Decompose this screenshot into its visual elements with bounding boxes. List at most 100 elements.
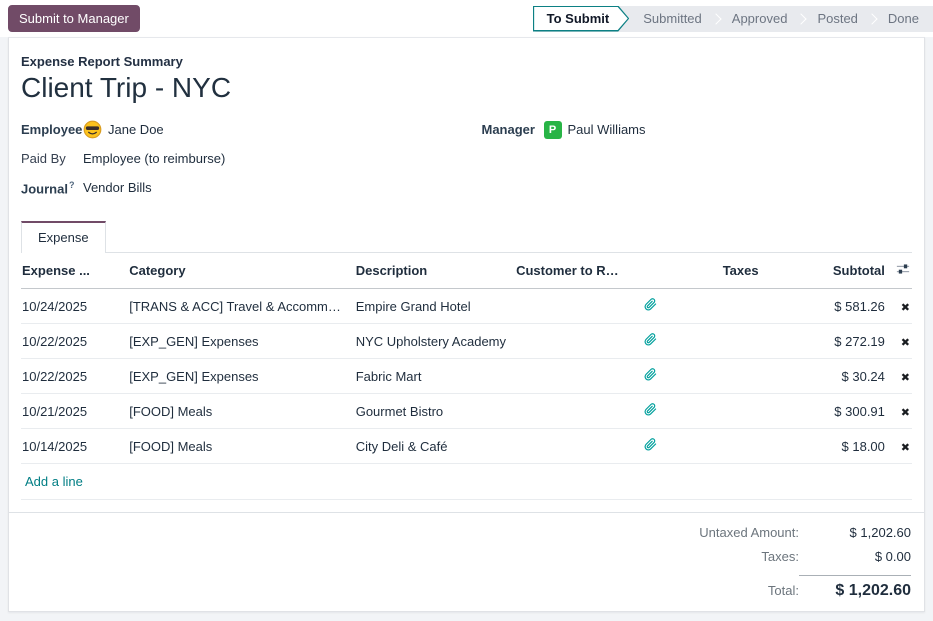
total-row: Total: $ 1,202.60 [768,575,911,600]
header-description[interactable]: Description [352,253,512,289]
delete-row-icon[interactable]: ✖ [901,407,910,419]
add-line-row: Add a line [21,464,912,500]
total-value: $ 1,202.60 [799,575,911,600]
status-step-done[interactable]: Done [874,6,933,32]
paid-by-field: Paid By Employee (to reimburse) [21,149,452,168]
cell-taxes[interactable] [674,394,762,429]
taxes-value: $ 0.00 [799,549,911,564]
table-header-row: Expense ... Category Description Custome… [21,253,912,289]
cell-description[interactable]: NYC Upholstery Academy [352,324,512,359]
status-bar: To Submit Submitted Approved Posted Done [533,6,933,32]
paperclip-icon[interactable] [644,438,657,451]
submit-to-manager-button[interactable]: Submit to Manager [8,5,140,32]
manager-label: Manager [482,122,544,137]
delete-row-icon[interactable]: ✖ [901,442,910,454]
expense-row[interactable]: 10/22/2025 [EXP_GEN] Expenses Fabric Mar… [21,359,912,394]
delete-row-icon[interactable]: ✖ [901,337,910,349]
cell-taxes[interactable] [674,289,762,324]
status-step-label: Approved [732,11,788,26]
header-taxes[interactable]: Taxes [674,253,762,289]
status-step-approved[interactable]: Approved [718,6,802,32]
cell-description[interactable]: Fabric Mart [352,359,512,394]
cell-description[interactable]: Empire Grand Hotel [352,289,512,324]
journal-field: Journal? Vendor Bills [21,178,452,197]
cell-taxes[interactable] [674,324,762,359]
paperclip-icon[interactable] [644,298,657,311]
paid-by-label: Paid By [21,151,83,166]
employee-name: Jane Doe [108,122,164,137]
cell-taxes[interactable] [674,429,762,464]
cell-subtotal: $ 30.24 [763,359,889,394]
tab-expense[interactable]: Expense [21,221,106,253]
cell-category[interactable]: [EXP_GEN] Expenses [125,324,352,359]
page-title[interactable]: Client Trip - NYC [21,72,912,104]
status-step-to-submit[interactable]: To Submit [533,6,630,32]
cell-subtotal: $ 18.00 [763,429,889,464]
paid-by-value[interactable]: Employee (to reimburse) [83,151,225,166]
cell-category[interactable]: [FOOD] Meals [125,429,352,464]
manager-name: Paul Williams [568,122,646,137]
journal-value[interactable]: Vendor Bills [83,180,152,195]
paperclip-icon[interactable] [644,403,657,416]
expense-row[interactable]: 10/22/2025 [EXP_GEN] Expenses NYC Uphols… [21,324,912,359]
form-sheet: Expense Report Summary Client Trip - NYC… [8,37,925,612]
field-column-right: Manager P Paul Williams [482,120,913,207]
manager-value[interactable]: P Paul Williams [544,121,646,139]
status-step-submitted[interactable]: Submitted [629,6,716,32]
status-step-posted[interactable]: Posted [803,6,871,32]
total-label: Total: [768,583,799,598]
employee-value[interactable]: Jane Doe [83,120,164,139]
taxes-label: Taxes: [761,549,799,564]
cell-category[interactable]: [FOOD] Meals [125,394,352,429]
status-step-label: Done [888,11,919,26]
cell-customer[interactable] [512,394,626,429]
action-bar: Submit to Manager To Submit Submitted Ap… [0,0,933,37]
expense-row[interactable]: 10/21/2025 [FOOD] Meals Gourmet Bistro $… [21,394,912,429]
header-expense-date[interactable]: Expense ... [21,253,125,289]
cell-description[interactable]: Gourmet Bistro [352,394,512,429]
header-customer-to-reinvoice[interactable]: Customer to Reinvoice [512,253,626,289]
expense-row[interactable]: 10/14/2025 [FOOD] Meals City Deli & Café… [21,429,912,464]
employee-label: Employee [21,122,83,137]
journal-label-text: Journal [21,181,68,196]
totals-block: Untaxed Amount: $ 1,202.60 Taxes: $ 0.00… [21,513,912,609]
journal-label: Journal? [21,180,83,196]
header-category[interactable]: Category [125,253,352,289]
cell-category[interactable]: [EXP_GEN] Expenses [125,359,352,394]
cell-customer[interactable] [512,324,626,359]
cell-date[interactable]: 10/21/2025 [21,394,125,429]
cell-date[interactable]: 10/24/2025 [21,289,125,324]
add-a-line-link[interactable]: Add a line [25,474,83,489]
cell-customer[interactable] [512,289,626,324]
optional-columns-icon[interactable] [896,262,910,276]
cell-category[interactable]: [TRANS & ACC] Travel & Accommodation [125,289,352,324]
expense-row[interactable]: 10/24/2025 [TRANS & ACC] Travel & Accomm… [21,289,912,324]
paperclip-icon[interactable] [644,368,657,381]
report-summary-label: Expense Report Summary [21,54,912,69]
untaxed-amount-value: $ 1,202.60 [799,525,911,540]
cell-subtotal: $ 300.91 [763,394,889,429]
employee-field: Employee Jane Doe [21,120,452,139]
cell-customer[interactable] [512,429,626,464]
field-column-left: Employee Jane Doe Paid By Employee (to r… [21,120,452,207]
cell-date[interactable]: 10/14/2025 [21,429,125,464]
manager-field: Manager P Paul Williams [482,120,913,139]
paperclip-icon[interactable] [644,333,657,346]
cell-taxes[interactable] [674,359,762,394]
status-step-label: Posted [817,11,857,26]
cell-date[interactable]: 10/22/2025 [21,324,125,359]
cell-customer[interactable] [512,359,626,394]
expense-lines-table: Expense ... Category Description Custome… [21,253,912,500]
sunglasses-face-emoji-icon [83,120,102,139]
delete-row-icon[interactable]: ✖ [901,372,910,384]
cell-date[interactable]: 10/22/2025 [21,359,125,394]
cell-subtotal: $ 272.19 [763,324,889,359]
taxes-row: Taxes: $ 0.00 [761,549,911,564]
status-step-label: To Submit [547,11,610,26]
help-question-icon[interactable]: ? [69,180,75,190]
header-subtotal[interactable]: Subtotal [763,253,889,289]
delete-row-icon[interactable]: ✖ [901,302,910,314]
cell-description[interactable]: City Deli & Café [352,429,512,464]
notebook-tabs: Expense [21,221,912,253]
untaxed-amount-row: Untaxed Amount: $ 1,202.60 [699,525,911,540]
